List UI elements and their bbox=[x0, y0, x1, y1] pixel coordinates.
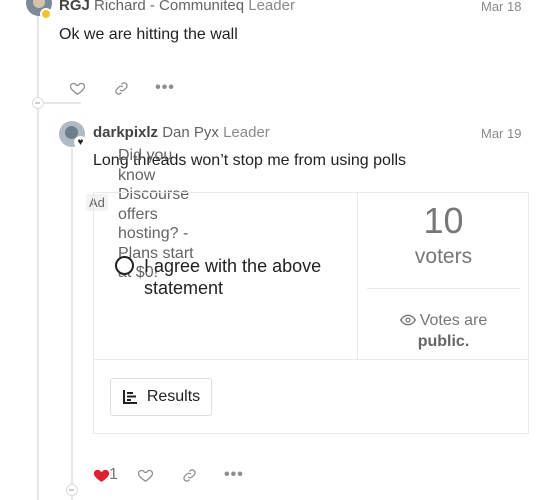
user-title: Leader bbox=[223, 124, 270, 141]
link-icon bbox=[114, 81, 128, 95]
like-button[interactable] bbox=[55, 76, 99, 100]
thread-line-main bbox=[37, 0, 39, 500]
results-button[interactable]: Results bbox=[110, 378, 212, 416]
poll-option-label[interactable]: I agree with the above statement bbox=[144, 255, 334, 299]
post-author[interactable]: RGJ Richard - Communiteq Leader bbox=[59, 0, 295, 14]
full-name[interactable]: Dan Pyx bbox=[162, 124, 219, 141]
poll-option-radio[interactable] bbox=[115, 256, 134, 275]
thread-line-reply bbox=[71, 148, 73, 500]
like-count[interactable]: 1 bbox=[109, 466, 118, 484]
flair-badge-icon bbox=[40, 8, 52, 20]
bar-chart-icon bbox=[122, 390, 137, 404]
full-name[interactable]: Richard - Communiteq bbox=[94, 0, 244, 14]
poll-divider bbox=[93, 359, 529, 360]
post-author[interactable]: darkpixlz Dan Pyx Leader bbox=[93, 124, 270, 141]
user-title: Leader bbox=[248, 0, 295, 14]
visibility-prefix: Votes are bbox=[419, 312, 488, 329]
poll-divider bbox=[357, 192, 358, 360]
heart-icon bbox=[138, 469, 154, 482]
post-date[interactable]: Mar 18 bbox=[481, 0, 521, 14]
heart-filled-icon bbox=[93, 469, 109, 482]
visibility-value: public. bbox=[417, 333, 470, 350]
more-actions-button[interactable]: ••• bbox=[143, 76, 187, 100]
poll-visibility: Votes are public. bbox=[367, 310, 520, 352]
collapse-toggle[interactable] bbox=[66, 484, 78, 496]
post-date[interactable]: Mar 19 bbox=[481, 126, 521, 141]
results-label: Results bbox=[146, 388, 201, 405]
username[interactable]: RGJ bbox=[59, 0, 90, 14]
voter-count: 10 bbox=[423, 200, 464, 241]
heart-flair-icon: ♥ bbox=[74, 136, 87, 149]
voter-label: voters bbox=[414, 245, 473, 268]
like-button[interactable] bbox=[124, 463, 168, 487]
username[interactable]: darkpixlz bbox=[93, 124, 158, 141]
link-icon bbox=[183, 468, 197, 482]
post-actions: ••• bbox=[55, 76, 187, 100]
copy-link-button[interactable] bbox=[99, 76, 143, 100]
poll-divider bbox=[367, 288, 520, 289]
heart-icon bbox=[69, 82, 85, 95]
eye-icon bbox=[399, 314, 416, 326]
post-actions: 1 ••• bbox=[79, 463, 256, 487]
post-body: Ok we are hitting the wall bbox=[59, 26, 238, 43]
more-actions-button[interactable]: ••• bbox=[212, 463, 256, 487]
collapse-toggle[interactable] bbox=[32, 97, 44, 109]
copy-link-button[interactable] bbox=[168, 463, 212, 487]
